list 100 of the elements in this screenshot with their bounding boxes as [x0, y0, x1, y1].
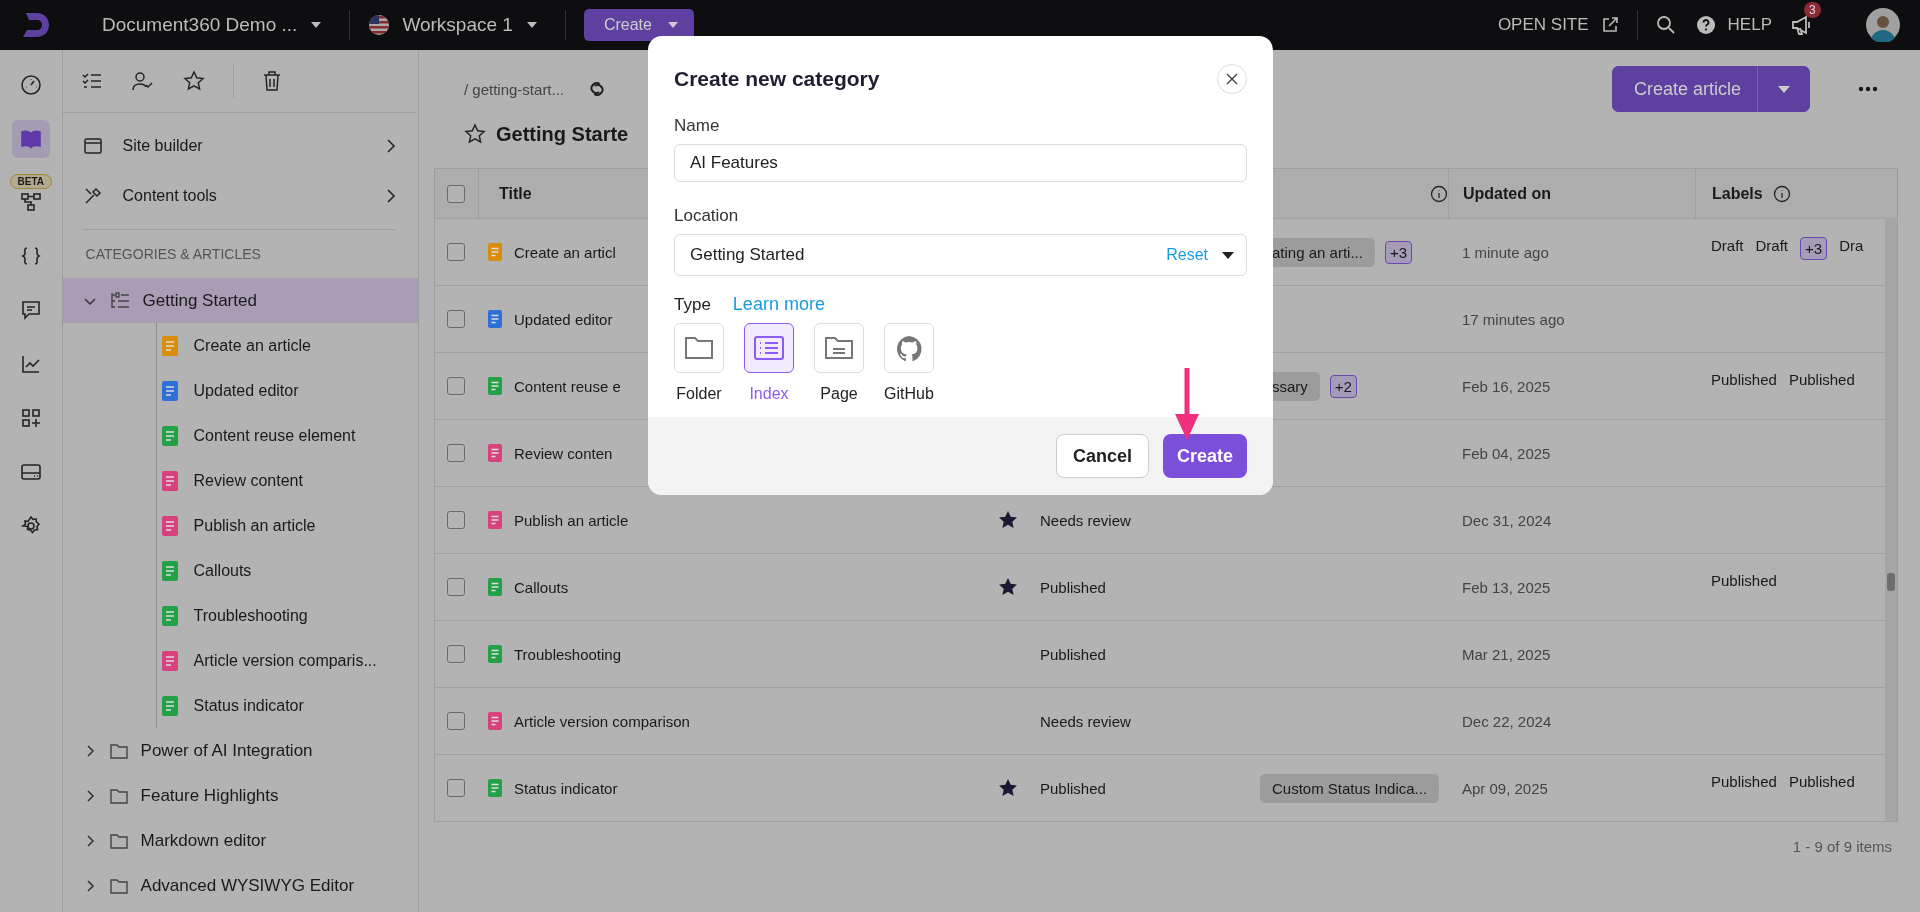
search-icon[interactable]	[1655, 15, 1676, 35]
tree-item[interactable]: Status indicator	[161, 683, 418, 728]
tree-item[interactable]: Power of AI Integration	[62, 728, 418, 773]
column-header[interactable]: Updated on	[1463, 184, 1551, 203]
status-text: Published	[1040, 779, 1106, 797]
label: Published	[1711, 773, 1777, 790]
more-count[interactable]: +3	[1384, 240, 1412, 264]
document-folder-icon	[823, 334, 855, 362]
updated-date: Apr 09, 2025	[1462, 779, 1548, 797]
help-icon[interactable]	[1695, 15, 1716, 35]
column-header[interactable]: Labels	[1712, 184, 1763, 203]
star-icon[interactable]	[996, 576, 1019, 598]
info-icon[interactable]	[1772, 184, 1791, 203]
tree-item[interactable]: Callouts	[161, 548, 418, 593]
name-input[interactable]: AI Features	[674, 144, 1247, 182]
checkbox[interactable]	[447, 243, 465, 261]
checkbox[interactable]	[447, 712, 465, 730]
create-article-button[interactable]: Create article	[1611, 66, 1758, 112]
article-title-link[interactable]: Content reuse e	[514, 377, 621, 395]
tree-item[interactable]: Troubleshooting	[161, 593, 418, 638]
checkbox[interactable]	[447, 184, 465, 203]
open-site-link[interactable]: OPEN SITE	[1497, 15, 1589, 35]
updated-date: 1 minute ago	[1462, 243, 1549, 261]
label: Draft	[1755, 237, 1789, 254]
tree-item[interactable]: Publish an article	[161, 503, 418, 548]
article-title-link[interactable]: Create an articl	[514, 243, 616, 261]
tree-item[interactable]: Article version comparis...	[161, 638, 418, 683]
nav-button[interactable]	[11, 120, 50, 158]
label: Published	[1788, 773, 1855, 790]
avatar-icon[interactable]	[1866, 8, 1900, 42]
chat-icon	[19, 299, 42, 321]
more-count[interactable]: +3	[1800, 237, 1828, 260]
info-icon[interactable]	[1430, 184, 1448, 203]
article-title-link[interactable]: Updated editor	[514, 310, 613, 328]
more-icon[interactable]	[1858, 86, 1878, 92]
article-title-link[interactable]: Publish an article	[514, 511, 629, 529]
checkbox[interactable]	[447, 578, 465, 596]
cancel-button[interactable]: Cancel	[1055, 434, 1149, 478]
pagination-text: 1 - 9 of 9 items	[1792, 838, 1892, 855]
star-icon[interactable]	[182, 70, 205, 92]
caret-icon	[526, 22, 537, 28]
project-dropdown[interactable]: Document360 Demo ...	[102, 14, 322, 36]
tree-item[interactable]: Create an article	[161, 323, 418, 368]
more-count[interactable]: +2	[1329, 374, 1357, 398]
star-icon[interactable]	[996, 777, 1019, 799]
label: Dra	[1839, 237, 1864, 254]
breadcrumb-link[interactable]: / getting-start...	[464, 80, 565, 98]
page-title: Getting Starte	[496, 122, 629, 146]
checkbox[interactable]	[447, 645, 465, 663]
updated-date: Feb 16, 2025	[1462, 377, 1551, 395]
checkbox[interactable]	[447, 444, 465, 462]
close-icon	[1226, 73, 1238, 85]
scrollbar-thumb[interactable]	[1887, 573, 1895, 591]
notification-badge: 3	[1804, 2, 1821, 18]
tree-item[interactable]: Review content	[161, 458, 418, 503]
gauge-icon	[19, 74, 42, 96]
caret-icon	[311, 22, 322, 28]
checkbox[interactable]	[447, 511, 465, 529]
drive-icon	[19, 461, 42, 483]
article-title-link[interactable]: Status indicator	[514, 779, 618, 797]
status-text: Needs review	[1040, 712, 1131, 730]
location-select[interactable]: Getting Started Reset	[674, 234, 1247, 276]
article-title-link[interactable]: Article version comparison	[514, 712, 690, 730]
beta-badge: BETA	[9, 174, 52, 189]
caret-icon	[1222, 251, 1234, 259]
star-icon[interactable]	[464, 123, 486, 145]
workspace-dropdown[interactable]: Workspace 1	[402, 14, 537, 36]
checkbox[interactable]	[447, 310, 465, 328]
diagram-icon	[19, 191, 42, 213]
tree-item[interactable]: Content reuse element	[161, 413, 418, 458]
caret-icon	[667, 22, 678, 28]
folder-icon	[683, 334, 715, 362]
tree-item[interactable]: Markdown editor	[62, 818, 418, 863]
help-link[interactable]: HELP	[1727, 15, 1772, 35]
external-link-icon[interactable]	[1600, 16, 1619, 34]
field-label: Location	[674, 206, 740, 226]
label: Published	[1711, 572, 1777, 589]
field-label: Name	[674, 116, 721, 136]
article-title-link[interactable]: Callouts	[514, 578, 569, 596]
checkbox[interactable]	[447, 779, 465, 797]
status-text: Published	[1040, 578, 1106, 596]
create-button[interactable]: Create	[1162, 434, 1247, 478]
label: Published	[1788, 371, 1855, 388]
tree-item[interactable]: Feature Highlights	[62, 773, 418, 818]
user-check-icon[interactable]	[130, 70, 155, 92]
folder-icon	[108, 876, 129, 895]
checkbox[interactable]	[447, 377, 465, 395]
tree-item[interactable]: Advanced WYSIWYG Editor	[62, 863, 418, 908]
column-header[interactable]: Title	[499, 184, 532, 203]
article-title-link[interactable]: Review conten	[514, 444, 613, 462]
tree-item[interactable]: Updated editor	[161, 368, 418, 413]
sidebar-menu-item[interactable]: Content tools	[82, 171, 396, 221]
folder-icon	[108, 786, 129, 805]
tree-icon	[108, 290, 131, 311]
tree-item[interactable]: Getting Started	[62, 278, 418, 323]
create-button[interactable]: Create	[583, 9, 694, 41]
trash-icon[interactable]	[261, 70, 282, 92]
sidebar-menu-item[interactable]: Site builder	[82, 121, 396, 171]
article-title-link[interactable]: Troubleshooting	[514, 645, 621, 663]
star-icon[interactable]	[996, 509, 1019, 531]
